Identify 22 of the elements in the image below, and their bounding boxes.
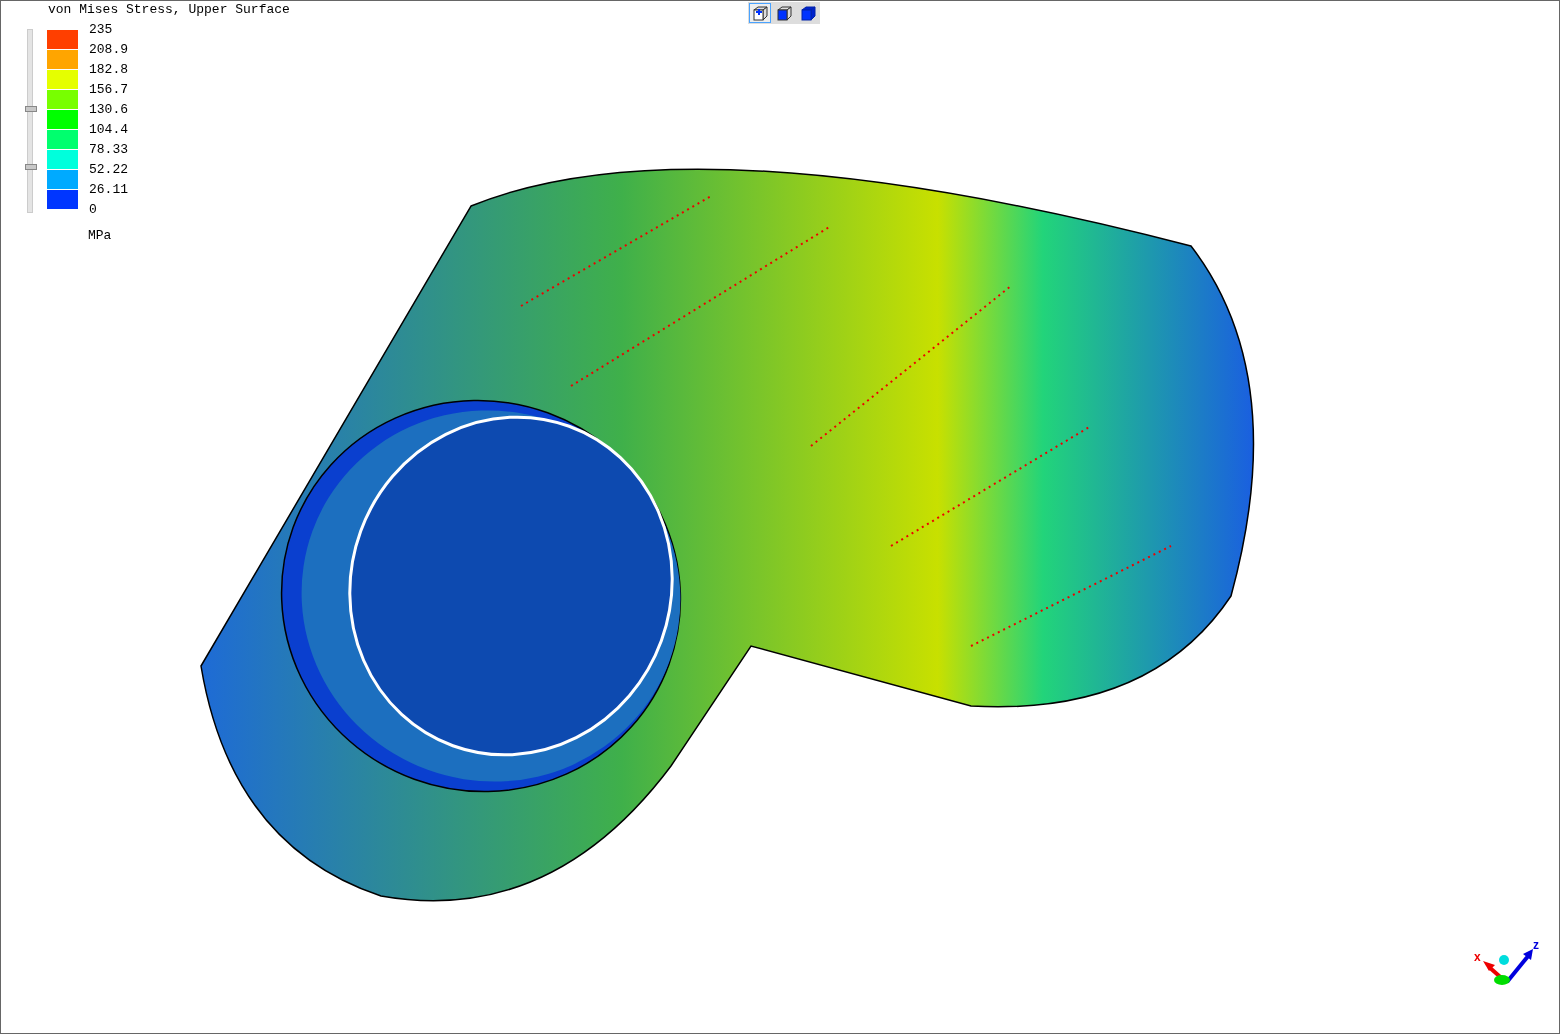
legend-value: 208.9 xyxy=(89,42,128,59)
legend-value: 182.8 xyxy=(89,62,128,79)
cube-icon xyxy=(776,5,792,21)
z-axis-label: z xyxy=(1533,939,1539,952)
legend-value: 104.4 xyxy=(89,122,128,139)
axis-triad-drawing xyxy=(1483,949,1533,985)
legend-value: 26.11 xyxy=(89,182,128,199)
legend-value: 78.33 xyxy=(89,142,128,159)
legend-value: 0 xyxy=(89,202,98,219)
legend-value: 130.6 xyxy=(89,102,128,119)
x-axis-label: x xyxy=(1474,950,1481,964)
legend-unit: MPa xyxy=(88,228,112,244)
legend-title: von Mises Stress, Upper Surface xyxy=(48,2,290,18)
slider-handle[interactable] xyxy=(25,163,37,170)
cube-icon xyxy=(800,5,816,21)
view-mode-button[interactable] xyxy=(749,3,771,23)
legend-value: 156.7 xyxy=(89,82,128,99)
slider-handle[interactable] xyxy=(25,106,37,113)
cube-icon xyxy=(752,5,768,21)
legend-value: 235 xyxy=(89,22,114,39)
legend-value: 52.22 xyxy=(89,162,128,179)
viewport-canvas[interactable]: von Mises Stress, Upper Surface 235 208.9 182.8 156.7 130.6 104.4 78.33 52.22 26.11 0 MPa x z xyxy=(0,0,1560,1034)
